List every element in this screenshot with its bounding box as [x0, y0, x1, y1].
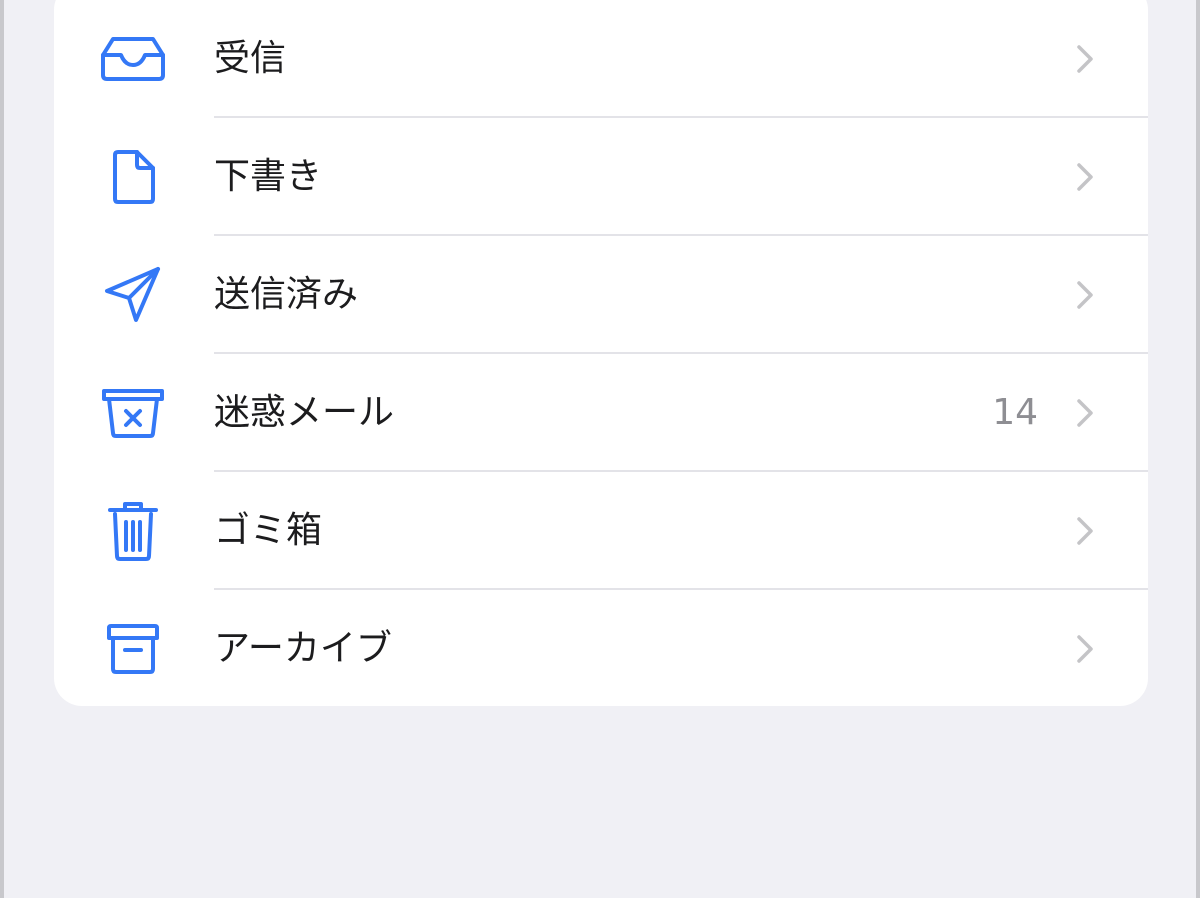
mailbox-row-junk[interactable]: 迷惑メール 14 — [54, 354, 1148, 472]
mailbox-list: 受信 下書き 送信済み 迷惑メール 14 ゴミ箱 アーカイブ — [54, 0, 1148, 706]
mailbox-count: 14 — [992, 392, 1038, 433]
junk-icon — [98, 388, 168, 438]
chevron-right-icon — [1074, 516, 1096, 546]
chevron-right-icon — [1074, 634, 1096, 664]
document-icon — [98, 150, 168, 204]
mailbox-label: アーカイブ — [214, 628, 392, 669]
mailbox-row-trash[interactable]: ゴミ箱 — [54, 472, 1148, 590]
archive-icon — [98, 624, 168, 674]
chevron-right-icon — [1074, 280, 1096, 310]
chevron-right-icon — [1074, 162, 1096, 192]
window-edge-right — [1196, 0, 1200, 898]
inbox-icon — [98, 34, 168, 84]
mailbox-row-drafts[interactable]: 下書き — [54, 118, 1148, 236]
mailbox-row-sent[interactable]: 送信済み — [54, 236, 1148, 354]
mailbox-label: 迷惑メール — [214, 392, 395, 433]
mailbox-label: 受信 — [214, 38, 287, 79]
chevron-right-icon — [1074, 44, 1096, 74]
mailbox-label: 下書き — [214, 156, 323, 197]
paperplane-icon — [98, 267, 168, 322]
mailbox-row-inbox[interactable]: 受信 — [54, 0, 1148, 118]
mailbox-label: 送信済み — [214, 274, 359, 315]
mailbox-label: ゴミ箱 — [214, 510, 323, 551]
mailbox-row-archive[interactable]: アーカイブ — [54, 590, 1148, 706]
chevron-right-icon — [1074, 398, 1096, 428]
window-edge-left — [0, 0, 4, 898]
trash-icon — [98, 502, 168, 561]
